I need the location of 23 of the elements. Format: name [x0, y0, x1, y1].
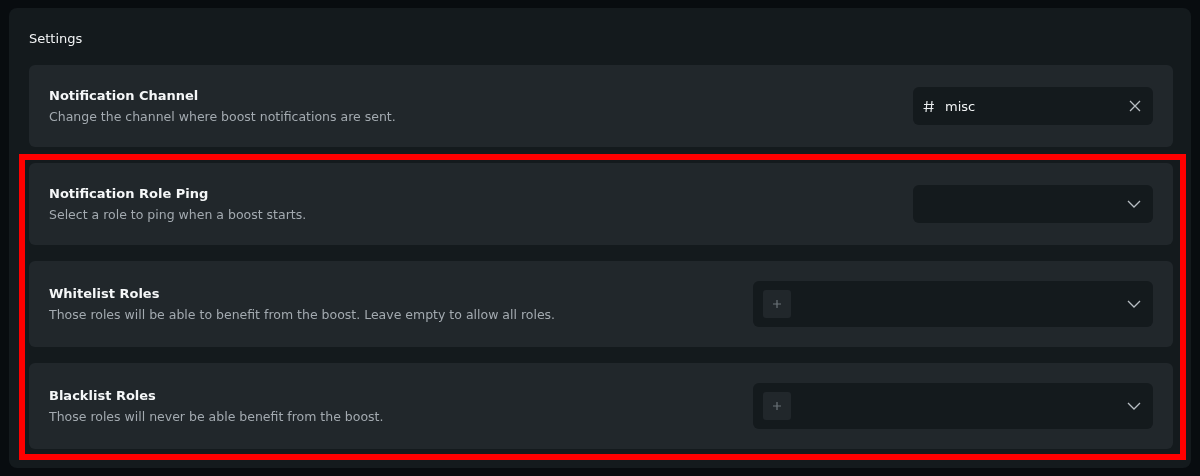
add-button[interactable]	[763, 290, 791, 318]
role-select[interactable]	[913, 185, 1153, 223]
chevron-down-icon	[1127, 402, 1141, 410]
setting-title: Notification Channel	[49, 87, 200, 104]
setting-description: Those roles will never be able benefit from the boost.	[49, 408, 384, 425]
close-icon[interactable]	[1129, 100, 1141, 112]
channel-select[interactable]: misc	[913, 87, 1153, 125]
chevron-down-icon	[1127, 300, 1141, 308]
select-value: misc	[945, 98, 977, 114]
plus-icon	[772, 401, 782, 411]
setting-description: Those roles will be able to benefit from the boost. Leave empty to allow all roles.	[49, 306, 556, 323]
panel-title: Settings	[29, 30, 84, 48]
setting-title: Notification Role Ping	[49, 185, 210, 202]
plus-icon	[772, 299, 782, 309]
setting-title: Whitelist Roles	[49, 285, 161, 302]
chevron-down-icon	[1127, 200, 1141, 208]
setting-title: Blacklist Roles	[49, 387, 157, 404]
setting-description: Change the channel where boost notifications are sent.	[49, 108, 396, 125]
add-button[interactable]	[763, 392, 791, 420]
roles-multi-select[interactable]	[753, 383, 1153, 429]
hash-icon	[923, 99, 935, 113]
setting-description: Select a role to ping when a boost starts.	[49, 206, 307, 223]
roles-multi-select[interactable]	[753, 281, 1153, 327]
